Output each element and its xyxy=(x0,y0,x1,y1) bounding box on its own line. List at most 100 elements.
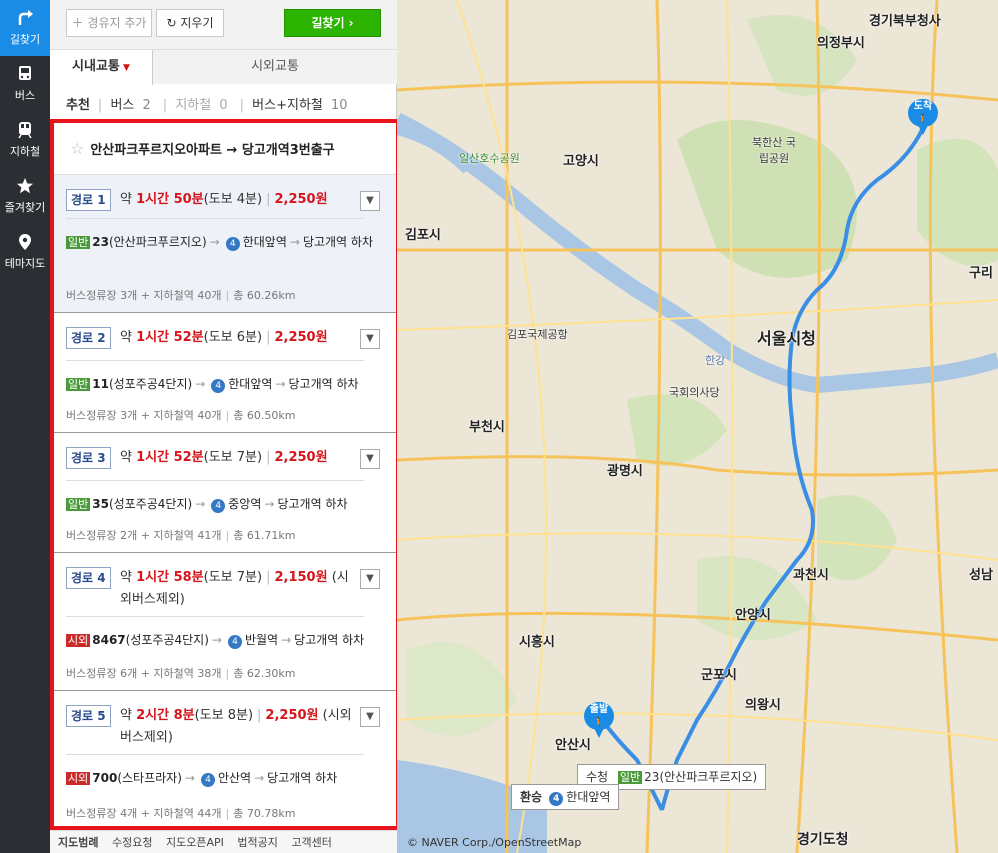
arrival-marker[interactable]: 도착 🚶 xyxy=(908,99,938,137)
nav-bus[interactable]: 버스 xyxy=(0,56,50,112)
route-info: 버스정류장 4개 + 지하철역 44개 | 총 70.78km xyxy=(66,805,295,821)
subway-line-badge: 4 xyxy=(211,499,226,513)
route-summary: 약 1시간 52분(도보 7분) | 2,250원 xyxy=(120,447,360,469)
route-info: 버스정류장 2개 + 지하철역 41개 | 총 61.71km xyxy=(66,527,295,543)
route-steps: 일반 35(성포주공4단지) → 4 중앙역 → 당고개역 하차 xyxy=(66,494,386,515)
nav-route[interactable]: 길찾기 xyxy=(0,0,50,56)
expand-chevron-icon[interactable]: ▼ xyxy=(360,707,380,727)
add-waypoint-label: 경유지 추가 xyxy=(87,16,147,30)
filter-bus-subway[interactable]: 버스+지하철 10 xyxy=(252,98,351,113)
bus-number: 700 xyxy=(92,771,118,785)
expand-chevron-icon[interactable]: ▼ xyxy=(360,569,380,589)
map-label-seoul: 서울시청 xyxy=(757,329,816,348)
open-api-link[interactable]: 지도오픈API xyxy=(166,836,224,849)
map-label-guri: 구리 xyxy=(969,266,993,281)
route-item[interactable]: 경로 5 약 2시간 8분(도보 8분) | 2,250원 (시외버스제외) ▼ 시외 70… xyxy=(54,691,396,831)
nav-favorites[interactable]: 즐겨찾기 xyxy=(0,168,50,224)
filter-subway-count: 0 xyxy=(219,98,228,113)
search-route-button[interactable]: 길찾기 › xyxy=(284,9,381,37)
map-label-gwangmyeong: 광명시 xyxy=(607,464,643,479)
bus-type-badge: 시외 xyxy=(66,634,91,647)
map-label-gyeonggi-north: 경기북부청사 xyxy=(869,14,941,29)
legal-link[interactable]: 법적공지 xyxy=(237,836,277,849)
divider: | xyxy=(266,330,271,345)
route-distance: 총 61.71km xyxy=(233,529,296,542)
divider: | xyxy=(225,667,230,680)
departure-text: 출발 xyxy=(589,704,609,715)
map-label-gwacheon: 과천시 xyxy=(793,568,829,583)
tab-intercity-transit[interactable]: 시외교통 xyxy=(153,50,397,84)
route-item[interactable]: 경로 1약 1시간 50분(도보 4분) | 2,250원 ▼ 일반 23(안산파크푸르지… xyxy=(54,175,396,313)
route-divider xyxy=(66,218,364,219)
map-label-seongnam: 성남 xyxy=(969,568,993,583)
divider: | xyxy=(266,450,271,465)
arrow-icon: → xyxy=(264,497,275,511)
expand-chevron-icon[interactable]: ▼ xyxy=(360,191,380,211)
route-fare: 2,250원 xyxy=(265,708,319,723)
start-callout-text: 23(안산파크푸르지오) xyxy=(644,770,758,784)
bus-number: 23 xyxy=(92,235,109,249)
support-link[interactable]: 고객센터 xyxy=(291,836,331,849)
footer: 지도범례 수정요청 지도오픈API 법적공지 고객센터 xyxy=(50,830,397,853)
app: 길찾기 버스 지하철 즐겨찾기 테마지도 ＋ 경유지 추가 ↻ 지우기 길찾기 … xyxy=(0,0,998,853)
departure-marker[interactable]: 출발 🚶 xyxy=(584,702,614,740)
expand-chevron-icon[interactable]: ▼ xyxy=(360,329,380,349)
divider: | xyxy=(225,529,230,542)
route-fare: 2,250원 xyxy=(274,330,328,345)
filter-recommend[interactable]: 추천 xyxy=(66,98,90,113)
directions-panel: ＋ 경유지 추가 ↻ 지우기 길찾기 › 시내교통 ▼ 시외교통 추천 | 버스 … xyxy=(50,0,400,853)
route-distance: 총 60.50km xyxy=(233,409,296,422)
subway-station: 한대앞역 xyxy=(228,377,273,391)
route-walk: (도보 4분) xyxy=(203,192,263,207)
bus-type-badge: 일반 xyxy=(617,771,643,784)
caret-down-icon: ▼ xyxy=(119,63,130,73)
route-item[interactable]: 경로 4 약 1시간 58분(도보 7분) | 2,150원 (시외버스제외) ▼ 시외 8… xyxy=(54,553,396,691)
filter-subway-label: 지하철 xyxy=(175,98,212,113)
edit-request-link[interactable]: 수정요청 xyxy=(112,836,152,849)
nav-bus-label: 버스 xyxy=(14,89,36,102)
map-legend-link[interactable]: 지도범례 xyxy=(58,836,98,849)
nav-theme-map[interactable]: 테마지도 xyxy=(0,224,50,280)
map-label-bukhansan: 북한산 국립공원 xyxy=(752,136,796,165)
map-view[interactable]: 경기북부청사 의정부시 고양시 북한산 국립공원 김포시 서울시청 부천시 광명… xyxy=(397,0,998,853)
route-header-title: 안산파크푸르지오아파트 → 당고개역3번출구 xyxy=(90,143,335,158)
route-steps: 일반 11(성포주공4단지) → 4 한대앞역 → 당고개역 하차 xyxy=(66,374,386,395)
divider: | xyxy=(225,409,230,422)
clear-button[interactable]: ↻ 지우기 xyxy=(156,9,224,37)
map-label-gimpo-airport: 김포국제공항 xyxy=(507,328,568,341)
arrow-icon: → xyxy=(184,771,195,785)
tab-intercity-label: 시외교통 xyxy=(251,59,299,74)
start-callout-prefix: 수청 xyxy=(586,770,609,784)
route-stops: 버스정류장 6개 + 지하철역 38개 xyxy=(66,667,222,680)
route-walk: (도보 7분) xyxy=(203,450,263,465)
arrow-icon: → xyxy=(195,377,206,391)
arrival-text: 도착 xyxy=(913,101,933,112)
bus-type-badge: 시외 xyxy=(66,772,91,785)
route-walk: (도보 7분) xyxy=(203,570,263,585)
route-destination: 당고개역 하차 xyxy=(267,771,338,785)
nav-subway[interactable]: 지하철 xyxy=(0,112,50,168)
subway-station: 안산역 xyxy=(217,771,252,785)
route-item[interactable]: 경로 3약 1시간 52분(도보 7분) | 2,250원 ▼ 일반 35(성포주공4단지… xyxy=(54,433,396,553)
divider: | xyxy=(266,192,271,207)
expand-chevron-icon[interactable]: ▼ xyxy=(360,449,380,469)
arrow-icon: → xyxy=(211,633,222,647)
arrow-icon: → xyxy=(209,235,220,249)
bus-type-badge: 일반 xyxy=(66,236,91,249)
route-tag: 경로 2 xyxy=(66,327,111,349)
filter-subway[interactable]: 지하철 0 xyxy=(175,98,231,113)
tab-city-transit[interactable]: 시내교통 ▼ xyxy=(50,50,153,85)
route-divider xyxy=(66,616,364,617)
route-prefix: 약 xyxy=(120,192,137,207)
bus-number: 8467 xyxy=(92,633,126,647)
map-label-gimpo: 김포시 xyxy=(405,228,441,243)
route-item[interactable]: 경로 2약 1시간 52분(도보 6분) | 2,250원 ▼ 일반 11(성포주공4단지… xyxy=(54,313,396,433)
filter-bus[interactable]: 버스 2 xyxy=(110,98,154,113)
route-summary: 약 2시간 8분(도보 8분) | 2,250원 (시외버스제외) xyxy=(120,705,360,749)
route-destination: 당고개역 하차 xyxy=(302,235,373,249)
favorite-star-icon[interactable]: ☆ xyxy=(70,139,84,158)
route-steps: 시외 700(스타프라자) → 4 안산역 → 당고개역 하차 xyxy=(66,768,386,789)
add-waypoint-button[interactable]: ＋ 경유지 추가 xyxy=(66,9,152,37)
divider: | xyxy=(225,807,230,820)
nav-subway-label: 지하철 xyxy=(9,145,41,158)
